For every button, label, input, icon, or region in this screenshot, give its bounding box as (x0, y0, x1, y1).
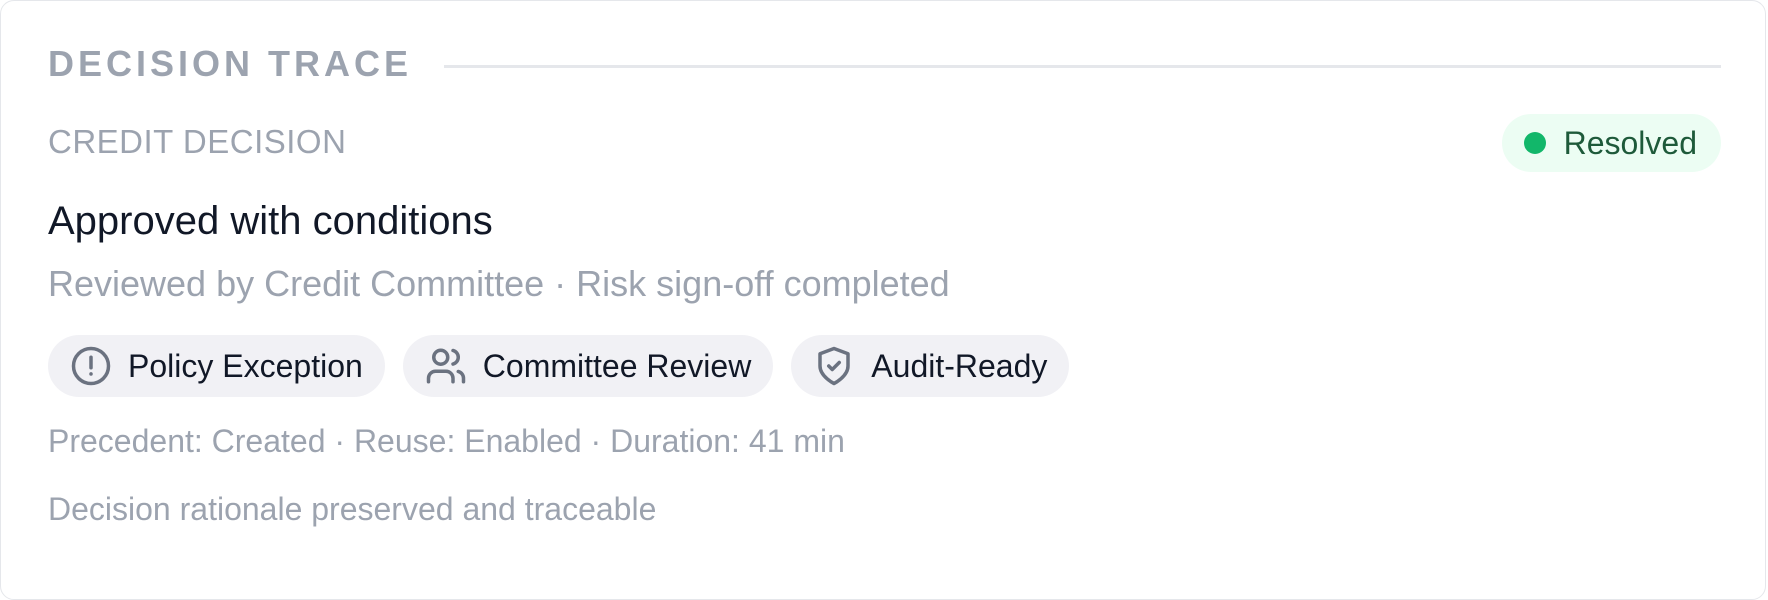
tag-committee-review: Committee Review (402, 335, 774, 397)
section-header: DECISION TRACE (48, 41, 1721, 87)
tag-label: Audit-Ready (871, 347, 1048, 384)
status-badge: Resolved (1501, 114, 1721, 172)
decision-footnote: Decision rationale preserved and traceab… (48, 491, 657, 527)
tag-label: Policy Exception (128, 347, 363, 384)
tag-policy-exception: Policy Exception (48, 335, 385, 397)
decision-subline: Reviewed by Credit Committee · Risk sign… (48, 263, 950, 304)
shield-check-icon (813, 345, 855, 387)
decision-category: CREDIT DECISION (48, 123, 347, 160)
alert-circle-icon (70, 345, 112, 387)
section-divider (444, 64, 1721, 68)
decision-trace-card: DECISION TRACE CREDIT DECISION Resolved … (0, 0, 1766, 600)
status-dot-icon (1523, 132, 1546, 154)
users-icon (425, 345, 467, 387)
tag-list: Policy Exception Committee Review Audit-… (48, 335, 1070, 397)
decision-meta: Precedent: Created · Reuse: Enabled · Du… (48, 423, 845, 459)
tag-audit-ready: Audit-Ready (791, 335, 1070, 397)
tag-label: Committee Review (482, 347, 752, 384)
status-label: Resolved (1563, 124, 1697, 161)
section-title: DECISION TRACE (48, 43, 413, 84)
decision-headline: Approved with conditions (48, 199, 493, 243)
